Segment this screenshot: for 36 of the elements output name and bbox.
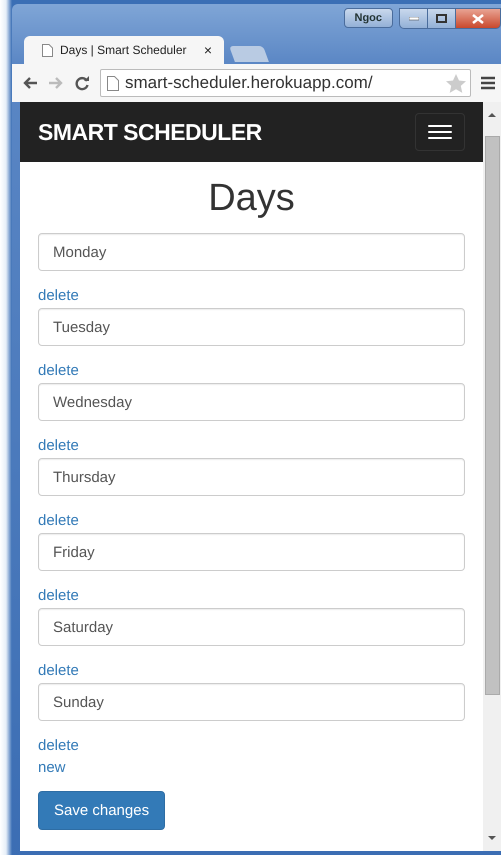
delete-link[interactable]: delete bbox=[38, 436, 79, 456]
new-link[interactable]: new bbox=[38, 758, 66, 778]
menu-button[interactable] bbox=[415, 113, 465, 151]
reload-icon[interactable] bbox=[74, 75, 90, 91]
day-input[interactable]: Thursday bbox=[38, 458, 465, 496]
day-input[interactable]: Saturday bbox=[38, 608, 465, 646]
scrollbar[interactable] bbox=[483, 102, 501, 851]
delete-link[interactable]: delete bbox=[38, 661, 79, 681]
save-button[interactable]: Save changes bbox=[38, 791, 166, 830]
day-input[interactable]: Wednesday bbox=[38, 383, 465, 421]
delete-link[interactable]: delete bbox=[38, 286, 79, 306]
maximize-button[interactable] bbox=[427, 8, 455, 29]
browser-tab[interactable]: Days | Smart Scheduler × bbox=[24, 36, 224, 64]
tab-title: Days | Smart Scheduler bbox=[60, 43, 188, 57]
close-icon bbox=[472, 14, 484, 24]
day-input[interactable]: Tuesday bbox=[38, 308, 465, 346]
day-input[interactable]: Friday bbox=[38, 533, 465, 571]
back-icon[interactable] bbox=[22, 76, 38, 90]
maximize-icon bbox=[436, 14, 447, 23]
delete-link[interactable]: delete bbox=[38, 511, 79, 531]
page-icon bbox=[42, 44, 53, 56]
day-input[interactable]: Monday bbox=[38, 233, 465, 271]
minimize-icon bbox=[408, 16, 418, 20]
delete-link[interactable]: delete bbox=[38, 361, 79, 381]
profile-button[interactable]: Ngoc bbox=[344, 8, 393, 28]
address-bar[interactable]: smart-scheduler.herokuapp.com/ bbox=[100, 69, 471, 97]
delete-link[interactable]: delete bbox=[38, 736, 79, 756]
menu-icon[interactable] bbox=[481, 76, 495, 90]
page-icon bbox=[107, 76, 119, 90]
day-input[interactable]: Sunday bbox=[38, 683, 465, 721]
minimize-button[interactable] bbox=[399, 8, 427, 29]
close-tab-button[interactable]: × bbox=[204, 42, 212, 58]
star-icon[interactable] bbox=[446, 74, 466, 92]
page-title: Days bbox=[207, 176, 296, 220]
delete-link[interactable]: delete bbox=[38, 586, 79, 606]
close-button[interactable] bbox=[455, 8, 501, 29]
